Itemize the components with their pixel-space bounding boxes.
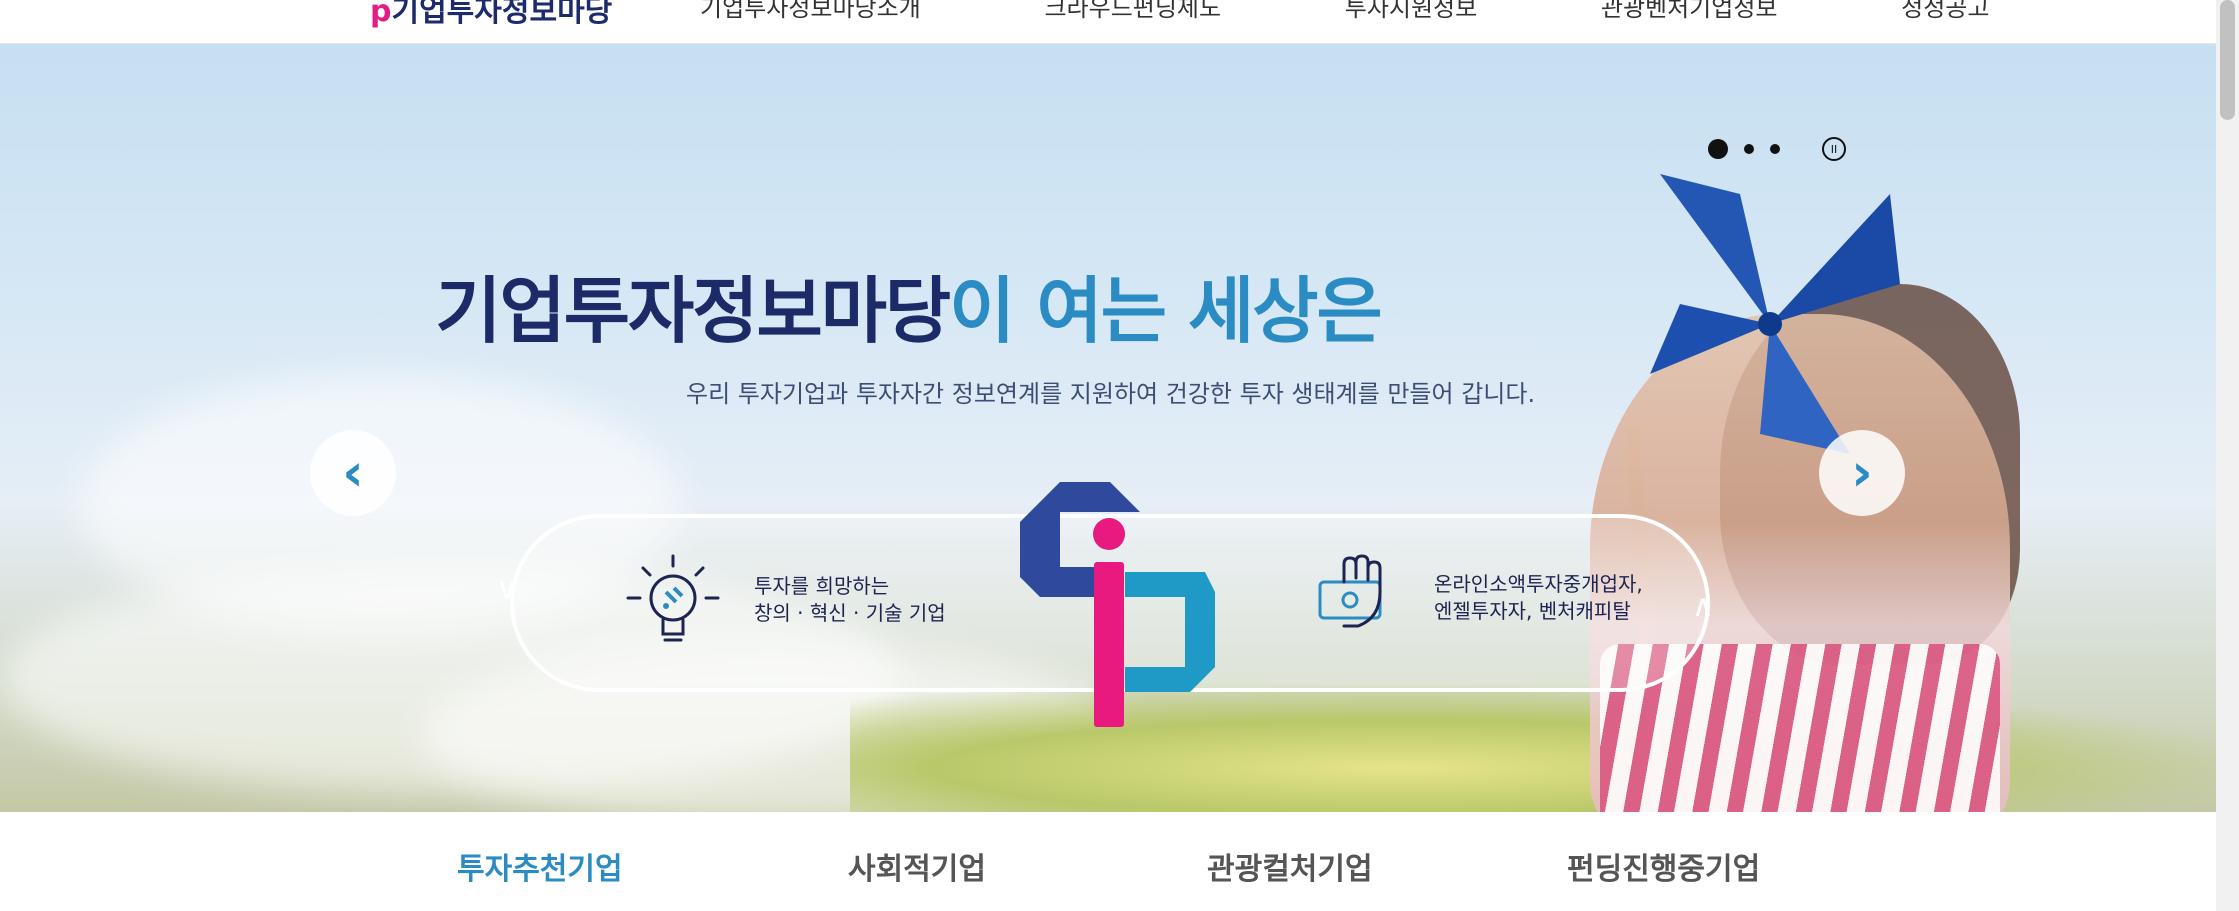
carousel-dot-3[interactable] <box>1770 144 1780 154</box>
hero-slide[interactable]: II 기업투자정보마당이 여는 세상은 우리 투자기업과 투자자간 정보연계를 … <box>0 44 2216 812</box>
slide-prev-button[interactable]: ‹ <box>310 430 396 516</box>
tab-recommended[interactable]: 투자추천기업 <box>457 844 623 888</box>
menu-item-crowdfunding[interactable]: 크라우드펀딩제도 <box>1044 0 1221 23</box>
feature-companies: 투자를 희망하는 창의 · 혁신 · 기술 기업 <box>618 550 946 650</box>
chevron-left-icon: ‹ <box>342 443 364 503</box>
category-tabs: 투자추천기업 사회적기업 관광컬처기업 펀딩진행중기업 <box>0 812 2216 911</box>
carousel-dot-1[interactable] <box>1708 139 1728 159</box>
hero-headline: 기업투자정보마당이 여는 세상은 <box>435 269 1382 353</box>
tab-funding[interactable]: 펀딩진행중기업 <box>1567 844 1760 888</box>
hero-subline: 우리 투자기업과 투자자간 정보연계를 지원하여 건강한 투자 생태계를 만들어… <box>686 380 1536 408</box>
site-logo[interactable]: p기업투자정보마당 <box>370 0 612 30</box>
chevron-right-icon: › <box>1851 443 1873 503</box>
tab-social[interactable]: 사회적기업 <box>848 844 986 888</box>
pill-arrow-decoration: ∧ <box>1692 589 1714 624</box>
slide-next-button[interactable]: › <box>1819 430 1905 516</box>
tab-tourism-culture[interactable]: 관광컬처기업 <box>1207 844 1373 888</box>
scrollbar-thumb[interactable] <box>2220 0 2235 120</box>
feature-companies-text: 투자를 희망하는 창의 · 혁신 · 기술 기업 <box>754 574 946 625</box>
carousel-dot-2[interactable] <box>1744 144 1754 154</box>
ip-logo-icon <box>1020 482 1215 727</box>
carousel-pagination: II <box>1708 136 1846 162</box>
pill-arrow-decoration: ∨ <box>496 572 518 607</box>
menu-item-notice[interactable]: 정정공고 <box>1901 0 1989 23</box>
top-navigation: p기업투자정보마당 기업투자정보마당소개 크라우드펀딩제도 투자지원정보 관광벤… <box>0 0 2216 44</box>
feature-investors-text: 온라인소액투자중개업자, 엔젤투자자, 벤처캐피탈 <box>1434 572 1643 623</box>
lightbulb-icon <box>626 554 720 642</box>
page-scrollbar[interactable] <box>2216 0 2239 911</box>
main-menu: 기업투자정보마당소개 크라우드펀딩제도 투자지원정보 관광벤처기업정보 정정공고 <box>700 0 2105 23</box>
hand-money-icon <box>1318 554 1382 628</box>
feature-investors: 온라인소액투자중개업자, 엔젤투자자, 벤처캐피탈 <box>1316 552 1643 644</box>
menu-item-support-info[interactable]: 투자지원정보 <box>1345 0 1477 23</box>
menu-item-intro[interactable]: 기업투자정보마당소개 <box>700 0 921 23</box>
carousel-pause-button[interactable]: II <box>1822 137 1846 161</box>
pause-icon: II <box>1830 142 1838 156</box>
menu-item-tourism-venture[interactable]: 관광벤처기업정보 <box>1601 0 1778 23</box>
